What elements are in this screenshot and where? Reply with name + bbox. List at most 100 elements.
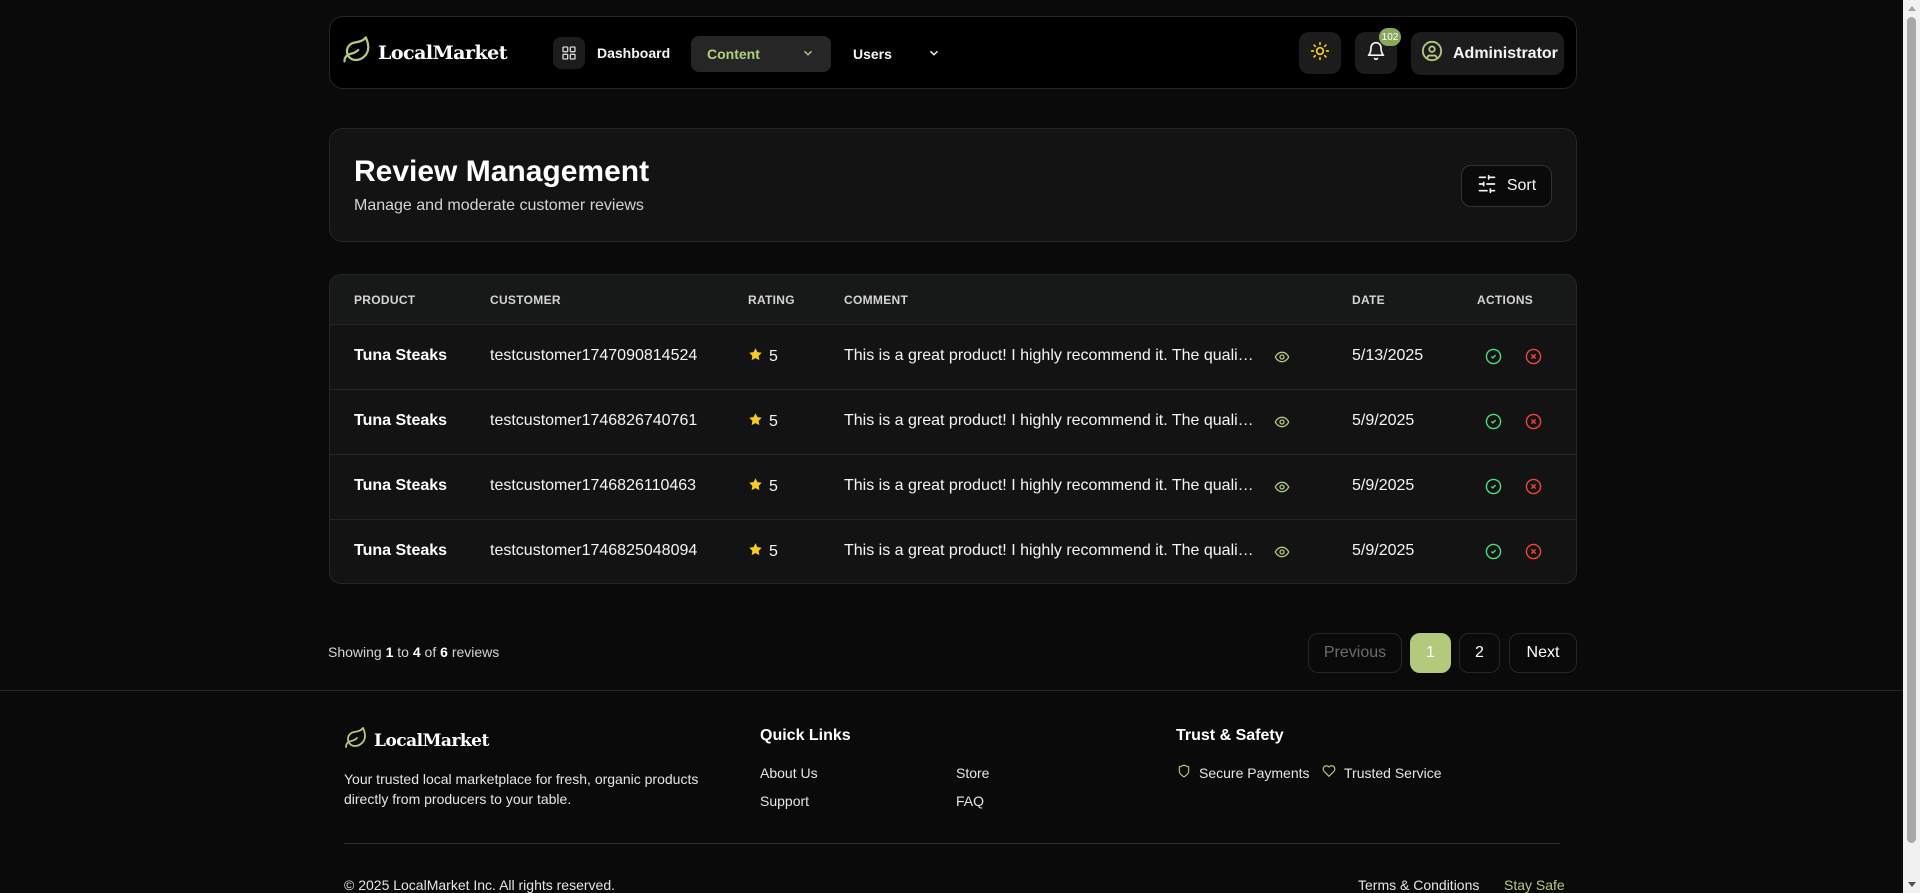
product-name: Tuna Steaks	[354, 412, 448, 429]
column-header-customer: CUSTOMER	[490, 293, 561, 307]
showing-suffix: reviews	[451, 644, 500, 660]
column-header-date: DATE	[1352, 293, 1385, 307]
showing-of-word: of	[424, 644, 437, 660]
review-date: 5/9/2025	[1352, 412, 1415, 429]
nav-users-label: Users	[853, 46, 892, 62]
user-circle-icon	[1421, 40, 1443, 67]
footer-link-terms[interactable]: Terms & Conditions	[1358, 877, 1479, 893]
eye-icon[interactable]	[1274, 349, 1290, 370]
customer-name: testcustomer1746826740761	[490, 412, 698, 429]
page-2-button[interactable]: 2	[1459, 633, 1500, 673]
showing-to: 4	[412, 644, 421, 660]
table-row: Tuna Steaks testcustomer1746826740761 5 …	[330, 390, 1576, 455]
footer-link-faq[interactable]: FAQ	[956, 793, 984, 809]
theme-toggle-button[interactable]	[1299, 32, 1341, 74]
rating-value: 5	[769, 348, 778, 365]
user-menu-button[interactable]: Administrator	[1411, 32, 1564, 75]
nav-users-dropdown[interactable]: Users	[837, 36, 957, 72]
sort-button[interactable]: Sort	[1461, 165, 1552, 207]
showing-from: 1	[385, 644, 394, 660]
star-icon	[748, 347, 763, 367]
results-summary: Showing 1 to 4 of 6 reviews	[328, 644, 499, 660]
top-navbar: LocalMarket Dashboard Content Users 102	[329, 16, 1577, 89]
reject-button[interactable]	[1525, 478, 1542, 500]
trust-secure-payments: Secure Payments	[1177, 764, 1310, 781]
chevron-down-icon	[927, 46, 941, 63]
footer-link-store[interactable]: Store	[956, 765, 989, 781]
check-circle-icon	[1485, 348, 1502, 365]
x-circle-icon	[1525, 348, 1542, 365]
approve-button[interactable]	[1485, 348, 1502, 370]
shield-icon	[1177, 764, 1191, 781]
footer-description: Your trusted local marketplace for fresh…	[344, 771, 699, 807]
grid-icon	[553, 37, 585, 69]
showing-prefix: Showing	[328, 644, 382, 660]
scrollbar-thumb[interactable]	[1907, 17, 1916, 843]
showing-total: 6	[440, 644, 448, 660]
approve-button[interactable]	[1485, 413, 1502, 435]
heart-icon	[1322, 764, 1336, 781]
footer-link-support[interactable]: Support	[760, 793, 809, 809]
rating: 5	[748, 542, 778, 562]
table-header: PRODUCT CUSTOMER RATING COMMENT DATE ACT…	[330, 275, 1576, 325]
notifications-button[interactable]: 102	[1355, 28, 1401, 74]
table-row: Tuna Steaks testcustomer1747090814524 5 …	[330, 325, 1576, 390]
reject-button[interactable]	[1525, 413, 1542, 435]
review-date: 5/9/2025	[1352, 542, 1415, 559]
scroll-up-arrow[interactable]	[1903, 0, 1920, 17]
scroll-down-arrow[interactable]	[1903, 876, 1920, 893]
table-row: Tuna Steaks testcustomer1746825048094 5 …	[330, 520, 1576, 583]
table-row: Tuna Steaks testcustomer1746826110463 5 …	[330, 455, 1576, 520]
approve-button[interactable]	[1485, 478, 1502, 500]
site-footer: LocalMarket Your trusted local marketpla…	[0, 690, 1903, 893]
leaf-icon	[344, 726, 368, 755]
footer-link-about[interactable]: About Us	[760, 765, 818, 781]
x-circle-icon	[1525, 478, 1542, 495]
comment-text: This is a great product! I highly recomm…	[844, 477, 1256, 494]
reject-button[interactable]	[1525, 543, 1542, 565]
reject-button[interactable]	[1525, 348, 1542, 370]
approve-button[interactable]	[1485, 543, 1502, 565]
footer-link-stay-safe[interactable]: Stay Safe	[1504, 877, 1565, 893]
customer-name: testcustomer1747090814524	[490, 347, 698, 364]
product-name: Tuna Steaks	[354, 347, 448, 364]
x-circle-icon	[1525, 413, 1542, 430]
customer-name: testcustomer1746825048094	[490, 542, 698, 559]
sliders-icon	[1477, 174, 1497, 199]
rating: 5	[748, 412, 778, 432]
footer-divider	[344, 843, 1560, 844]
brand-logo[interactable]: LocalMarket	[342, 35, 508, 70]
user-label: Administrator	[1453, 44, 1558, 62]
previous-page-button[interactable]: Previous	[1308, 633, 1402, 673]
customer-name: testcustomer1746826110463	[490, 477, 697, 494]
rating-value: 5	[769, 478, 778, 495]
nav-content-dropdown[interactable]: Content	[691, 36, 831, 72]
column-header-rating: RATING	[748, 293, 795, 307]
chevron-down-icon	[801, 46, 815, 63]
nav-content-label: Content	[707, 46, 760, 62]
trust-trusted-label: Trusted Service	[1344, 764, 1442, 781]
eye-icon[interactable]	[1274, 544, 1290, 565]
eye-icon[interactable]	[1274, 414, 1290, 435]
quick-links-heading: Quick Links	[760, 727, 851, 744]
showing-to-word: to	[397, 644, 409, 660]
rating-value: 5	[769, 413, 778, 430]
page-scrollbar[interactable]	[1903, 0, 1920, 893]
eye-icon[interactable]	[1274, 479, 1290, 500]
footer-copyright: © 2025 LocalMarket Inc. All rights reser…	[344, 877, 615, 893]
review-date: 5/9/2025	[1352, 477, 1415, 494]
next-page-button[interactable]: Next	[1509, 633, 1577, 673]
check-circle-icon	[1485, 543, 1502, 560]
footer-brand[interactable]: LocalMarket	[344, 726, 489, 755]
sun-icon	[1310, 41, 1330, 66]
nav-dashboard[interactable]: Dashboard	[553, 35, 670, 71]
comment-text: This is a great product! I highly recomm…	[844, 412, 1256, 429]
page-1-button[interactable]: 1	[1410, 633, 1451, 673]
column-header-actions: ACTIONS	[1477, 293, 1534, 307]
rating-value: 5	[769, 543, 778, 560]
comment-text: This is a great product! I highly recomm…	[844, 347, 1256, 364]
star-icon	[748, 412, 763, 432]
rating: 5	[748, 347, 778, 367]
trust-safety-heading: Trust & Safety	[1176, 727, 1284, 744]
page-subtitle: Manage and moderate customer reviews	[354, 197, 644, 214]
